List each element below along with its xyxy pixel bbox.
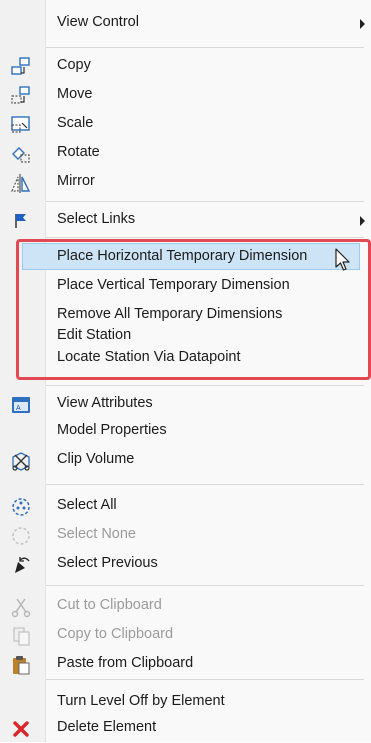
mirror-icon bbox=[11, 174, 31, 193]
context-menu: View Control Copy Move Scale Rotate Mirr… bbox=[0, 0, 371, 742]
menu-item-label: View Control bbox=[57, 14, 139, 30]
scale-icon bbox=[11, 116, 30, 133]
select-previous-icon bbox=[15, 557, 30, 573]
menu-item-label: Cut to Clipboard bbox=[57, 597, 162, 613]
move-icon bbox=[11, 86, 30, 104]
select-none-icon bbox=[12, 527, 30, 545]
menu-separator bbox=[46, 679, 364, 680]
submenu-arrow-icon bbox=[360, 19, 365, 29]
menu-separator bbox=[46, 484, 364, 485]
menu-item-label: Mirror bbox=[57, 173, 95, 189]
menu-item-turn-level-off-by-element[interactable]: Turn Level Off by Element bbox=[0, 688, 371, 717]
menu-item-clip-volume[interactable]: Clip Volume bbox=[0, 446, 371, 475]
svg-text:A: A bbox=[16, 405, 21, 412]
copy-icon bbox=[11, 57, 30, 75]
menu-item-label: Select Previous bbox=[57, 555, 158, 571]
rotate-icon bbox=[12, 147, 30, 163]
menu-item-select-previous[interactable]: Select Previous bbox=[0, 550, 371, 579]
menu-item-select-all[interactable]: Select All bbox=[0, 492, 371, 521]
menu-separator bbox=[46, 237, 364, 238]
menu-item-view-control[interactable]: View Control bbox=[0, 9, 371, 38]
menu-item-label: View Attributes bbox=[57, 395, 153, 411]
menu-item-label: Copy to Clipboard bbox=[57, 626, 174, 642]
menu-separator bbox=[46, 47, 364, 48]
menu-item-rotate[interactable]: Rotate bbox=[0, 139, 371, 168]
attributes-icon: A bbox=[12, 397, 30, 413]
menu-item-label: Select Links bbox=[57, 211, 136, 227]
menu-separator bbox=[46, 385, 364, 386]
menu-item-label: Clip Volume bbox=[57, 451, 135, 467]
menu-separator bbox=[46, 201, 364, 202]
annotation-highlight-box bbox=[16, 239, 371, 380]
menu-item-delete-element[interactable]: Delete Element bbox=[0, 714, 371, 743]
menu-item-label: Delete Element bbox=[57, 719, 157, 735]
menu-item-label: Scale bbox=[57, 115, 94, 131]
menu-separator bbox=[46, 585, 364, 586]
menu-item-cut-to-clipboard[interactable]: Cut to Clipboard bbox=[0, 592, 371, 621]
menu-item-copy[interactable]: Copy bbox=[0, 52, 371, 81]
menu-item-label: Model Properties bbox=[57, 422, 167, 438]
menu-item-label: Paste from Clipboard bbox=[57, 655, 194, 671]
menu-item-label: Move bbox=[57, 86, 93, 102]
menu-item-label: Select All bbox=[57, 497, 117, 513]
menu-item-select-links[interactable]: Select Links bbox=[0, 206, 371, 235]
menu-item-copy-to-clipboard[interactable]: Copy to Clipboard bbox=[0, 621, 371, 650]
menu-item-select-none[interactable]: Select None bbox=[0, 521, 371, 550]
clip-volume-icon bbox=[12, 452, 30, 471]
mouse-pointer-icon bbox=[335, 248, 350, 271]
menu-item-label: Turn Level Off by Element bbox=[57, 693, 225, 709]
menu-item-label: Copy bbox=[57, 57, 91, 73]
menu-item-model-properties[interactable]: Model Properties bbox=[0, 417, 371, 446]
menu-item-view-attributes[interactable]: A View Attributes bbox=[0, 390, 371, 419]
submenu-arrow-icon bbox=[360, 216, 365, 226]
menu-item-scale[interactable]: Scale bbox=[0, 110, 371, 139]
menu-item-mirror[interactable]: Mirror bbox=[0, 168, 371, 197]
clipboard-copy-icon bbox=[13, 627, 30, 646]
flag-icon bbox=[15, 214, 26, 228]
menu-item-move[interactable]: Move bbox=[0, 81, 371, 110]
menu-item-label: Rotate bbox=[57, 144, 100, 160]
menu-item-paste-from-clipboard[interactable]: Paste from Clipboard bbox=[0, 650, 371, 679]
select-all-icon bbox=[12, 498, 30, 516]
menu-item-label: Select None bbox=[57, 526, 136, 542]
scissors-icon bbox=[11, 598, 31, 618]
delete-x-icon bbox=[13, 721, 29, 737]
paste-icon bbox=[13, 656, 30, 675]
